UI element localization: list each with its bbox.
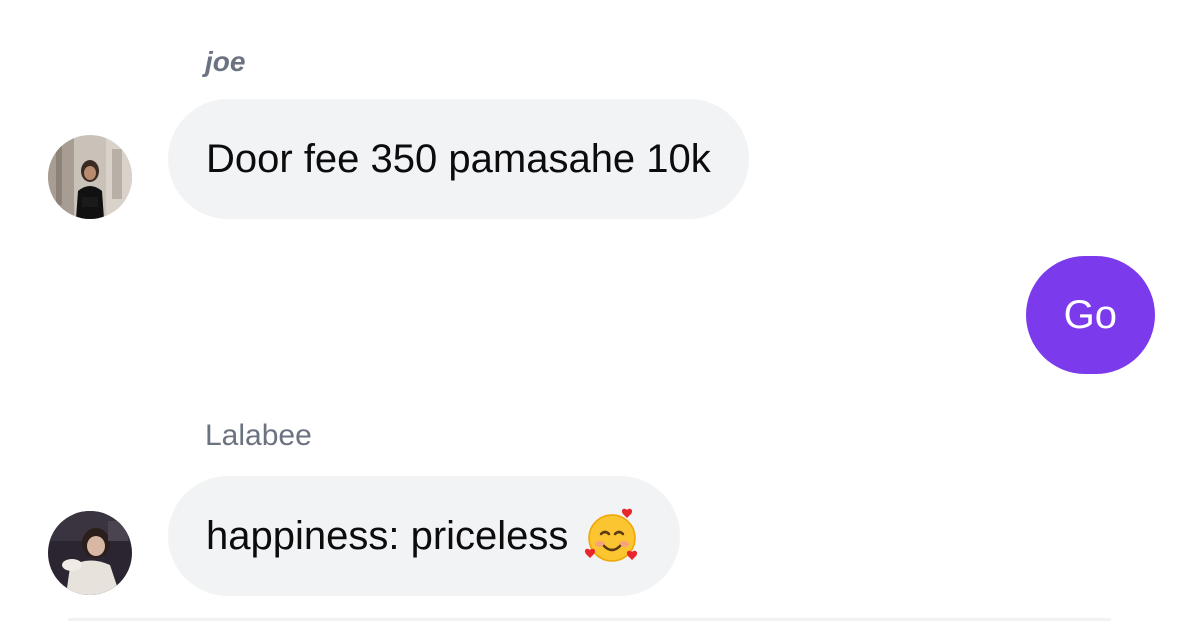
message-bubble-joe[interactable]: Door fee 350 pamasahe 10k	[168, 99, 749, 219]
sender-name-lalabee: Lalabee	[205, 419, 312, 452]
divider	[68, 618, 1111, 621]
sender-name-joe: joe	[205, 46, 246, 77]
message-bubble-lalabee[interactable]: happiness: priceless	[168, 476, 681, 596]
message-text: happiness: priceless	[206, 513, 569, 558]
avatar-joe[interactable]	[48, 135, 132, 219]
avatar-lalabee[interactable]	[48, 511, 132, 595]
smiling-face-with-hearts-icon	[582, 506, 642, 566]
message-text: Go	[1063, 292, 1117, 337]
message-text: Door fee 350 pamasahe 10k	[206, 136, 711, 181]
avatar-lalabee-image	[48, 511, 132, 595]
avatar-joe-image	[48, 135, 132, 219]
message-bubble-outgoing[interactable]: Go	[1025, 256, 1155, 374]
